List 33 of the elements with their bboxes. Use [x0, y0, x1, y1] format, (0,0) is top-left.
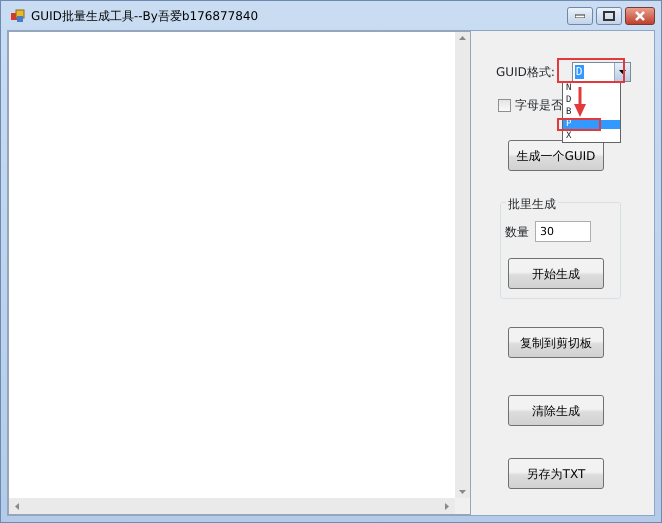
dropdown-option[interactable]: D	[563, 96, 574, 105]
scroll-down-icon[interactable]	[459, 490, 466, 494]
horizontal-scrollbar[interactable]	[9, 498, 455, 514]
annotation-box	[557, 58, 625, 83]
close-button[interactable]	[625, 6, 655, 24]
scroll-left-icon[interactable]	[15, 502, 19, 510]
dropdown-option[interactable]: B	[563, 108, 574, 117]
maximize-button[interactable]	[596, 6, 622, 24]
minimize-icon	[575, 14, 585, 18]
app-icon	[11, 8, 25, 22]
maximize-icon	[603, 10, 615, 20]
count-field[interactable]: 30	[535, 221, 591, 242]
dropdown-arrow-icon	[618, 70, 626, 74]
window-title: GUID批量生成工具--By吾爱b176877840	[31, 8, 258, 24]
batch-group-title: 批里生成	[506, 195, 558, 213]
annotation-arrow	[574, 87, 586, 117]
save-as-txt-button[interactable]: 另存为TXT	[508, 458, 604, 489]
minimize-button[interactable]	[567, 6, 593, 24]
dropdown-option[interactable]: N	[563, 84, 574, 93]
scroll-right-icon[interactable]	[445, 502, 449, 510]
clear-button[interactable]: 清除生成	[508, 395, 604, 426]
dropdown-option[interactable]: X	[563, 132, 574, 141]
vertical-scrollbar[interactable]	[455, 32, 470, 498]
uppercase-checkbox[interactable]	[498, 98, 511, 112]
copy-to-clipboard-button[interactable]: 复制到剪切板	[508, 327, 604, 358]
scroll-up-icon[interactable]	[459, 36, 466, 40]
close-icon	[634, 10, 646, 20]
count-label: 数量	[505, 224, 529, 240]
generate-one-button[interactable]: 生成一个GUID	[508, 140, 604, 171]
format-label: GUID格式:	[496, 64, 555, 81]
annotation-box	[557, 118, 601, 131]
uppercase-label: 字母是否	[515, 97, 563, 114]
start-generate-button[interactable]: 开始生成	[508, 258, 604, 289]
